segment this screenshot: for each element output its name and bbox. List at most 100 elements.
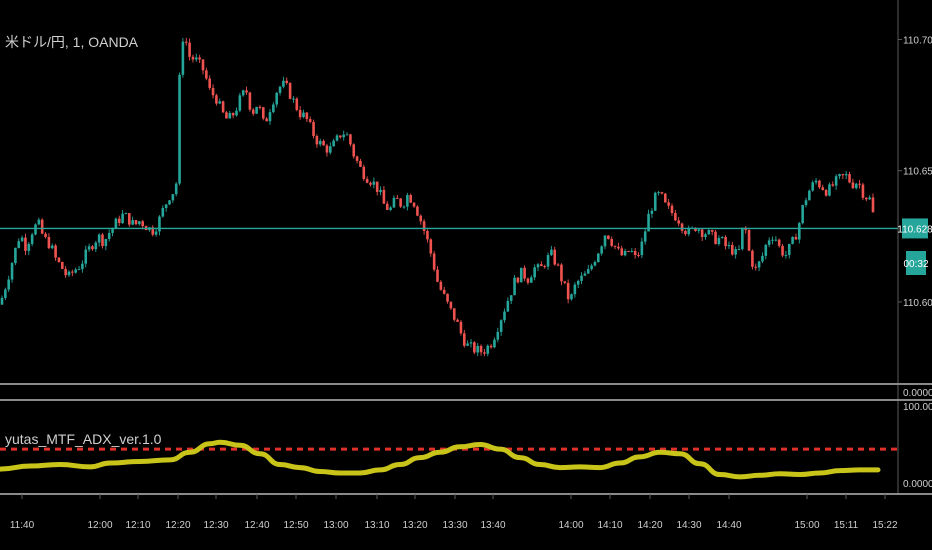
- candle-body: [34, 224, 37, 235]
- candle-body: [265, 118, 268, 122]
- candle-body: [20, 237, 24, 242]
- candle-body: [422, 221, 426, 231]
- candle-body: [399, 198, 402, 207]
- candle-body: [315, 135, 319, 145]
- candle-body: [278, 86, 282, 93]
- candle-body: [637, 255, 640, 257]
- candle-body: [375, 181, 379, 192]
- candle-body: [841, 174, 845, 176]
- candle-body: [731, 244, 734, 255]
- chart-canvas: 米ドル/円, 1, OANDA 110.700 110.650 110.600 11…: [0, 0, 932, 550]
- time-tick-label: 12:30: [203, 520, 228, 531]
- candle-body: [865, 197, 868, 200]
- candle-body: [804, 200, 808, 206]
- candle-body: [754, 266, 758, 268]
- candle-body: [238, 95, 242, 111]
- candle-body: [335, 135, 339, 141]
- candle-body: [158, 216, 161, 232]
- candle-body: [84, 249, 88, 264]
- candle-body: [590, 265, 593, 270]
- candle-body: [459, 321, 463, 334]
- candle-body: [205, 70, 208, 79]
- candle-body: [473, 342, 476, 353]
- candle-body: [824, 189, 828, 196]
- candle-body: [509, 295, 513, 301]
- candle-body: [372, 181, 376, 185]
- candle-body: [469, 342, 473, 344]
- candle-body: [282, 80, 285, 87]
- candle-body: [717, 237, 721, 245]
- candle-body: [613, 245, 617, 247]
- candle-body: [10, 263, 14, 280]
- candle-body: [506, 300, 510, 312]
- candle-body: [188, 42, 191, 57]
- candle-body: [593, 261, 597, 266]
- candle-body: [747, 230, 751, 251]
- candle-body: [57, 257, 61, 262]
- candle-body: [851, 182, 855, 189]
- candle-body: [30, 234, 34, 244]
- candle-body: [97, 234, 101, 243]
- candle-body: [215, 95, 218, 104]
- candle-body: [442, 289, 446, 294]
- candle-body: [432, 253, 436, 270]
- candle-body: [141, 221, 144, 227]
- time-tick-label: 13:20: [402, 520, 427, 531]
- candle-body: [580, 275, 583, 281]
- current-price-badge: 110.628: [897, 218, 932, 239]
- candle-body: [707, 230, 711, 235]
- candle-body: [818, 180, 821, 188]
- candle-body: [607, 235, 610, 239]
- candle-body: [365, 178, 369, 183]
- candle-body: [784, 254, 788, 256]
- candle-body: [117, 218, 121, 223]
- time-tick-label: 14:00: [558, 520, 583, 531]
- candle-body: [71, 271, 74, 273]
- candle-body: [821, 187, 825, 190]
- candle-body: [225, 112, 228, 119]
- indicator-tick-label: 0.0000: [903, 479, 932, 490]
- candle-body: [419, 215, 423, 222]
- candle-body: [14, 247, 17, 264]
- time-tick-label: 14:30: [676, 520, 701, 531]
- candle-body: [392, 197, 396, 208]
- candle-body: [787, 243, 791, 255]
- indicator-title: yutas_MTF_ADX_ver.1.0: [5, 431, 162, 447]
- candle-body: [630, 250, 634, 252]
- time-tick-label: 15:11: [834, 520, 859, 531]
- time-tick-label: 14:40: [716, 520, 741, 531]
- candle-body: [322, 140, 325, 146]
- candle-body: [452, 308, 456, 320]
- candle-body: [844, 174, 848, 176]
- candle-body: [77, 269, 81, 271]
- candle-body: [81, 263, 84, 270]
- candle-body: [382, 189, 386, 204]
- candle-body: [4, 289, 7, 298]
- candle-body: [603, 235, 607, 247]
- candle-body: [516, 277, 520, 283]
- candle-body: [486, 345, 490, 354]
- candle-body: [87, 246, 91, 250]
- candle-body: [101, 234, 104, 247]
- candle-body: [295, 98, 299, 111]
- candle-body: [198, 57, 201, 60]
- time-tick-label: 12:40: [244, 520, 269, 531]
- candle-body: [811, 182, 814, 191]
- candle-body: [720, 236, 724, 238]
- candle-body: [526, 278, 530, 283]
- candle-body: [329, 146, 332, 153]
- candle-body: [174, 183, 178, 195]
- candle-body: [0, 297, 4, 305]
- candle-body: [27, 243, 31, 251]
- candle-body: [838, 174, 841, 177]
- candle-body: [808, 190, 811, 201]
- candle-body: [161, 208, 165, 217]
- candle-body: [536, 264, 540, 268]
- candle-body: [275, 92, 278, 105]
- candle-body: [466, 343, 469, 346]
- candle-body: [429, 239, 433, 254]
- time-tick-label: 13:30: [442, 520, 467, 531]
- candle-body: [761, 255, 764, 262]
- candle-body: [352, 144, 356, 157]
- candle-body: [734, 249, 737, 255]
